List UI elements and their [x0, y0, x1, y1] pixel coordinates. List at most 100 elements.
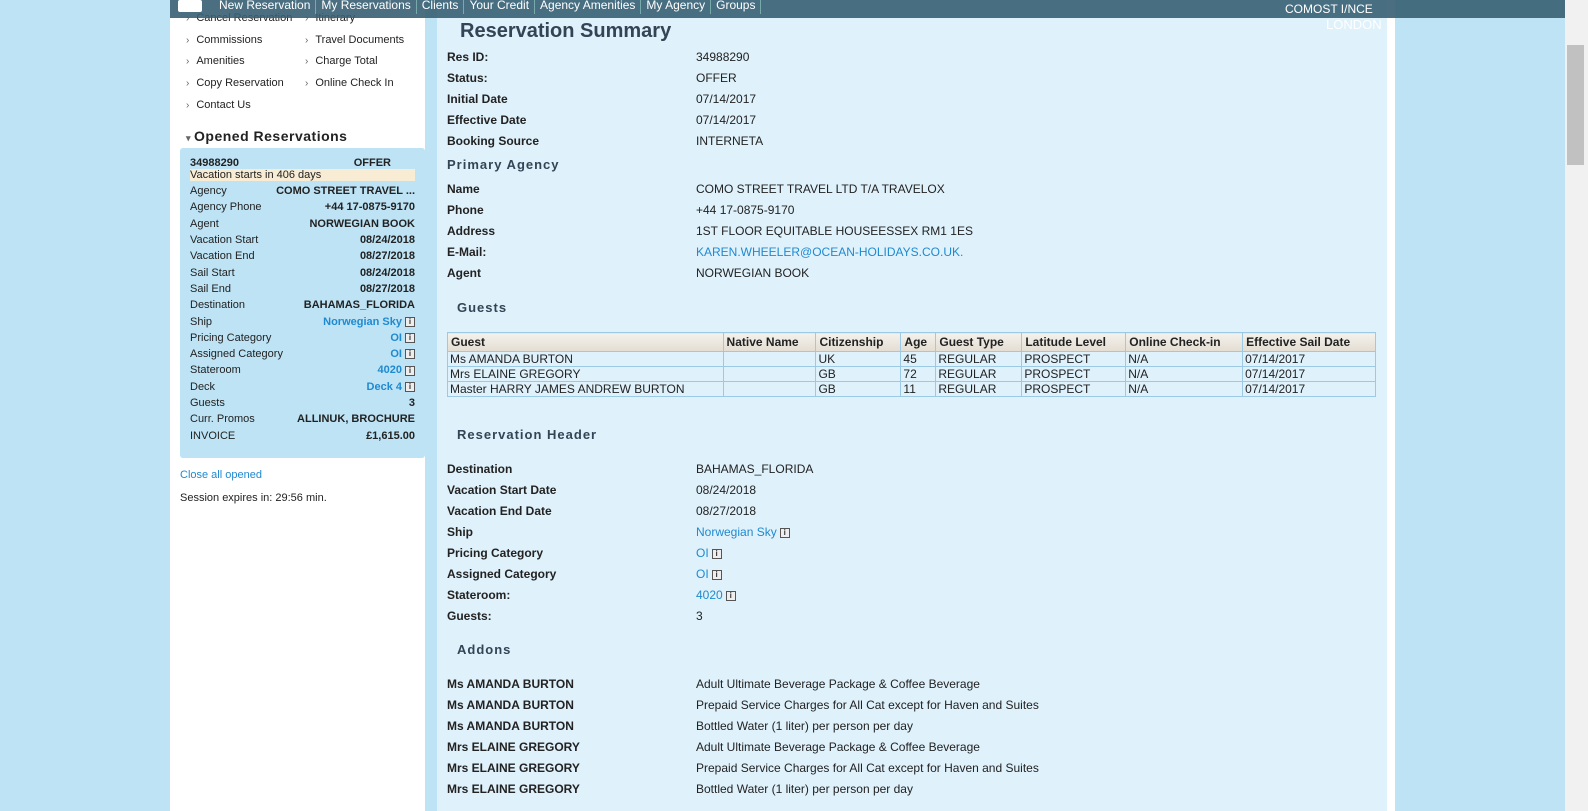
- menu-item[interactable]: › Commissions: [186, 34, 262, 46]
- card-value-text[interactable]: Norwegian Sky: [323, 316, 402, 328]
- field-value[interactable]: KAREN.WHEELER@OCEAN-HOLIDAYS.CO.UK.: [696, 245, 963, 259]
- field-value-text: INTERNETA: [696, 134, 764, 148]
- menu-item-label: Charge Total: [315, 55, 378, 68]
- card-value-text[interactable]: OI: [390, 332, 402, 344]
- field-value-text[interactable]: OI: [696, 546, 709, 560]
- card-row: Guests 3: [190, 395, 415, 411]
- info-icon[interactable]: i: [405, 332, 415, 343]
- field-value[interactable]: OI i: [696, 567, 722, 581]
- card-value[interactable]: OI i: [390, 332, 415, 344]
- card-value[interactable]: 4020 i: [378, 364, 415, 376]
- column-header[interactable]: Effective Sail Date: [1242, 332, 1376, 352]
- card-value: COMO STREET TRAVEL ...: [276, 185, 415, 197]
- field-value: COMO STREET TRAVEL LTD T/A TRAVELOX: [696, 182, 945, 196]
- menu-item[interactable]: › Copy Reservation: [186, 77, 284, 89]
- card-value-text: 08/24/2018: [359, 234, 415, 247]
- column-header[interactable]: Guest: [447, 332, 724, 352]
- table-cell: 72: [900, 366, 937, 382]
- card-value[interactable]: Deck 4i: [367, 381, 415, 393]
- column-header[interactable]: Guest Type: [935, 332, 1023, 352]
- section-heading: Guests: [457, 300, 508, 315]
- field-label: Mrs ELAINE GREGORY: [447, 761, 580, 775]
- column-header[interactable]: Age: [900, 332, 937, 352]
- card-res-id[interactable]: 34988290: [190, 157, 239, 169]
- opened-reservations-heading[interactable]: ▾ Opened Reservations: [186, 128, 347, 144]
- card-value-text: £1,615.00: [366, 429, 415, 442]
- card-label: INVOICE: [190, 429, 236, 442]
- field-label: E-Mail:: [447, 245, 487, 259]
- opened-reservation-card[interactable]: 34988290 OFFER Vacation starts in 406 day…: [180, 148, 425, 458]
- menu-item-label: Online Check In: [315, 77, 394, 90]
- field-value-text[interactable]: OI: [696, 567, 709, 581]
- field-value[interactable]: Norwegian Sky i: [696, 525, 790, 539]
- chevron-right-icon: ›: [305, 78, 309, 90]
- field-value-text[interactable]: 4020: [696, 588, 723, 602]
- field-value-text: 07/14/2017: [696, 92, 757, 106]
- field-value-text: 08/24/2018: [696, 483, 757, 497]
- card-value[interactable]: Norwegian Sky i: [323, 316, 415, 328]
- close-all-opened-link[interactable]: Close all opened: [180, 469, 262, 481]
- menu-item[interactable]: › Amenities: [186, 55, 245, 67]
- table-cell: PROSPECT: [1021, 366, 1127, 382]
- card-value-text[interactable]: Deck 4: [367, 381, 402, 393]
- field-value: BAHAMAS_FLORIDA: [696, 462, 813, 476]
- field-value[interactable]: 4020 i: [696, 588, 736, 602]
- divider: [1387, 0, 1395, 811]
- card-value[interactable]: OI i: [390, 348, 415, 360]
- menu-item[interactable]: › Travel Documents: [305, 34, 404, 46]
- column-header[interactable]: Citizenship: [815, 332, 902, 352]
- card-value: +44 17-0875-9170: [325, 201, 415, 213]
- info-icon[interactable]: i: [405, 365, 415, 376]
- card-value-text: 3: [408, 397, 415, 409]
- card-row: Stateroom 4020 i: [190, 362, 415, 378]
- nav-item[interactable]: Groups: [711, 0, 762, 14]
- nav-item[interactable]: Clients: [417, 0, 465, 14]
- nav-item[interactable]: My Agency: [641, 0, 712, 14]
- user-name: COMOST I/NCE: [1285, 2, 1373, 16]
- card-value: 3: [409, 397, 415, 409]
- field-value-text[interactable]: Norwegian Sky: [696, 525, 777, 539]
- session-timer: Session expires in: 29:56 min.: [180, 492, 327, 504]
- field-value[interactable]: OI i: [696, 546, 722, 560]
- scrollbar-thumb[interactable]: [1567, 45, 1584, 165]
- card-value-text[interactable]: 4020: [378, 364, 402, 376]
- menu-item[interactable]: › Charge Total: [305, 55, 378, 67]
- field-value-text: Prepaid Service Charges for All Cat exce…: [696, 761, 1039, 775]
- card-label: Curr. Promos: [190, 413, 255, 426]
- card-value-text[interactable]: OI: [390, 348, 402, 360]
- menu-item[interactable]: › Contact Us: [186, 99, 251, 111]
- info-icon[interactable]: i: [405, 316, 415, 327]
- info-icon[interactable]: i: [711, 548, 722, 559]
- nav-item[interactable]: New Reservation: [214, 0, 317, 14]
- table-cell: PROSPECT: [1021, 381, 1127, 397]
- card-row: Sail End 08/27/2018: [190, 281, 415, 297]
- info-icon[interactable]: i: [405, 381, 415, 392]
- info-icon[interactable]: i: [725, 590, 736, 601]
- field-label: Destination: [447, 462, 513, 476]
- card-label: Pricing Category: [190, 331, 272, 344]
- field-value: Bottled Water (1 liter) per person per d…: [696, 782, 913, 796]
- field-value-text[interactable]: KAREN.WHEELER@OCEAN-HOLIDAYS.CO.UK.: [696, 245, 963, 259]
- card-row: INVOICE £1,615.00: [190, 427, 415, 443]
- column-header[interactable]: Online Check-in: [1125, 332, 1244, 352]
- logo-icon[interactable]: [178, 0, 202, 12]
- nav-item[interactable]: Your Credit: [464, 0, 536, 14]
- info-icon[interactable]: i: [779, 527, 790, 538]
- nav-item[interactable]: Agency Amenities: [535, 0, 642, 14]
- menu-item[interactable]: › Online Check In: [305, 77, 394, 89]
- card-label: Agency: [190, 185, 227, 198]
- nav-item[interactable]: My Reservations: [316, 0, 417, 14]
- card-row: Agency Phone +44 17-0875-9170: [190, 199, 415, 215]
- card-value: 08/24/2018: [360, 234, 415, 246]
- top-nav: New Reservation My Reservations Clients You…: [170, 0, 1565, 18]
- column-header[interactable]: Latitude Level: [1021, 332, 1127, 352]
- field-label: Ms AMANDA BURTON: [447, 698, 574, 712]
- field-value-text: Adult Ultimate Beverage Package & Coffee…: [696, 677, 980, 691]
- info-icon[interactable]: i: [405, 349, 415, 360]
- field-label: Mrs ELAINE GREGORY: [447, 740, 580, 754]
- field-label: Stateroom:: [447, 588, 511, 602]
- field-label: Res ID:: [447, 50, 489, 64]
- field-label: Phone: [447, 203, 484, 217]
- info-icon[interactable]: i: [711, 569, 722, 580]
- column-header[interactable]: Native Name: [722, 332, 817, 352]
